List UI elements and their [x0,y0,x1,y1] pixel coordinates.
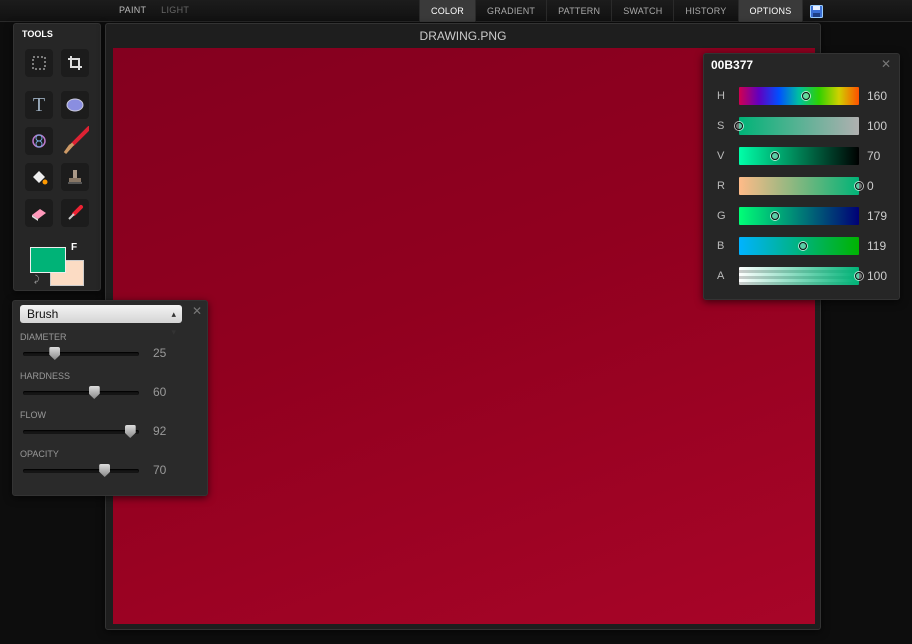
slider-thumb[interactable] [99,464,111,477]
tab-options[interactable]: OPTIONS [737,0,803,22]
channel-knob[interactable] [798,242,807,250]
channel-value-a[interactable]: 100 [867,269,887,283]
slider-value-opacity: 70 [153,463,167,477]
channel-slider-h[interactable] [739,87,859,105]
eraser-tool[interactable] [25,199,53,227]
slider-value-diameter: 25 [153,346,167,360]
slider-hardness[interactable] [23,386,139,399]
close-icon[interactable]: ✕ [192,304,202,318]
text-icon: T [32,93,46,116]
marquee-select-tool[interactable] [25,49,53,77]
ellipse-icon [66,98,84,112]
canvas-title: DRAWING.PNG [419,29,507,43]
color-hex-value[interactable]: 00B377 [711,58,753,72]
slider-label-diameter: DIAMETER [20,332,67,342]
channel-value-h[interactable]: 160 [867,89,887,103]
channel-knob[interactable] [771,152,779,160]
channel-label-r: R [717,180,725,192]
paint-bucket-tool[interactable] [25,163,53,191]
paint-bucket-icon [33,171,48,185]
stamp-tool[interactable] [61,163,89,191]
top-menu: PAINT LIGHT [119,5,201,15]
color-panel: 00B377 ✕ H 160 S 100 V 70 R 0 G 179 B 119 A 100 [703,53,900,300]
slider-label-flow: FLOW [20,410,46,420]
channel-value-b[interactable]: 119 [867,239,886,253]
swap-colors-icon[interactable]: ⤸ [34,274,39,285]
brush-type-value: Brush [27,307,59,321]
floppy-disk-icon [810,4,824,18]
channel-knob[interactable] [855,182,863,190]
tools-panel: TOOLS T F ⤸ [13,23,101,291]
channel-slider-b[interactable] [739,237,859,255]
channel-value-s[interactable]: 100 [867,119,887,133]
slider-diameter[interactable] [23,347,139,360]
channel-slider-g[interactable] [739,207,859,225]
tab-swatch[interactable]: SWATCH [611,0,673,22]
slider-thumb[interactable] [88,386,100,399]
channel-slider-a[interactable] [739,267,863,285]
slider-label-opacity: OPACITY [20,449,59,459]
panel-tabs: COLOR GRADIENT PATTERN SWATCH HISTORY OP… [419,0,830,22]
slider-thumb[interactable] [49,347,61,360]
slider-opacity[interactable] [23,464,139,477]
channel-value-g[interactable]: 179 [867,209,887,223]
channel-value-r[interactable]: 0 [867,179,874,193]
channel-knob[interactable] [855,272,863,280]
foreground-color-swatch[interactable] [30,247,66,273]
channel-slider-v[interactable] [739,147,859,165]
channel-knob[interactable] [802,92,811,100]
channel-label-v: V [717,150,725,162]
tab-history[interactable]: HISTORY [673,0,737,22]
eyedropper-icon [68,205,83,220]
close-icon[interactable]: ✕ [881,57,891,71]
eraser-icon [32,209,46,221]
slider-value-flow: 92 [153,424,167,438]
channel-label-s: S [717,120,725,132]
channel-slider-s[interactable] [735,117,859,135]
top-bar: PAINT LIGHT COLOR GRADIENT PATTERN SWATC… [0,0,912,22]
channel-label-b: B [717,240,725,252]
fill-mode-label[interactable]: F [71,242,77,253]
tools-title: TOOLS [22,29,53,39]
marquee-select-icon [32,56,46,70]
text-tool[interactable]: T [25,91,53,119]
stamp-icon [68,170,82,184]
brush-options-panel: Brush ▴ ▾ ✕ DIAMETER 25 HARDNESS 60 FLOW 92 OPA… [12,300,208,496]
channel-knob[interactable] [735,122,743,130]
slider-value-hardness: 60 [153,385,167,399]
spirograph-tool[interactable] [25,127,53,155]
slider-thumb[interactable] [124,425,136,438]
save-button[interactable] [802,0,830,22]
select-arrows-icon: ▴ ▾ [171,309,176,337]
channel-label-h: H [717,90,725,102]
channel-value-v[interactable]: 70 [867,149,880,163]
ellipse-tool[interactable] [61,91,89,119]
slider-label-hardness: HARDNESS [20,371,71,381]
tab-gradient[interactable]: GRADIENT [475,0,546,22]
menu-paint[interactable]: PAINT [119,5,146,15]
tab-color[interactable]: COLOR [419,0,476,22]
spirograph-icon [32,134,46,148]
slider-flow[interactable] [23,425,139,438]
channel-label-a: A [717,270,725,282]
brush-type-select[interactable]: Brush ▴ ▾ [20,305,182,337]
menu-light[interactable]: LIGHT [161,5,189,15]
brush-icon [63,126,89,154]
crop-icon [68,56,82,70]
tab-pattern[interactable]: PATTERN [546,0,611,22]
crop-tool[interactable] [61,49,89,77]
channel-knob[interactable] [771,212,779,220]
channel-slider-r[interactable] [739,177,863,195]
eyedropper-tool[interactable] [61,199,89,227]
channel-label-g: G [717,210,726,222]
brush-tool[interactable] [61,126,89,155]
